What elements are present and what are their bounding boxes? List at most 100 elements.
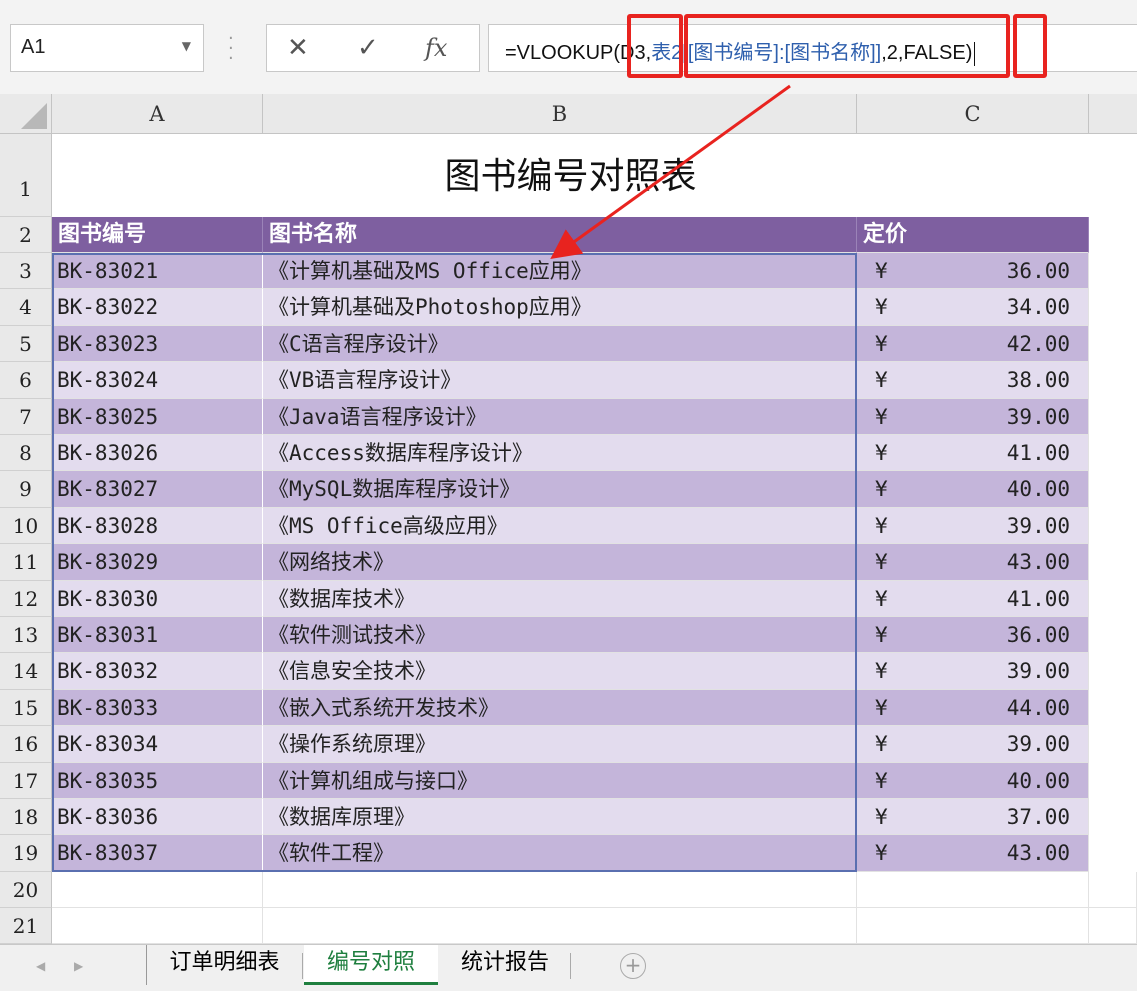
price-value: 40.00	[1006, 477, 1070, 502]
formula-prefix: =VLOOKUP(	[505, 42, 621, 64]
column-header-c[interactable]: C	[857, 94, 1089, 134]
formula-buttons: ✕ ✓ fx	[266, 24, 480, 72]
sheet-tab-report[interactable]: 统计报告	[440, 945, 570, 985]
price-cell[interactable]: ¥39.00	[857, 653, 1089, 690]
empty-cell[interactable]	[263, 871, 857, 908]
row-header[interactable]: 5	[0, 325, 52, 363]
price-cell[interactable]: ¥44.00	[857, 689, 1089, 727]
chevron-down-icon[interactable]: ▼	[182, 39, 191, 53]
price-cell[interactable]: ¥42.00	[857, 325, 1089, 363]
add-sheet-icon[interactable]: +	[620, 953, 646, 979]
insert-function-icon[interactable]: fx	[425, 34, 447, 62]
annotation-box-table	[684, 14, 1010, 78]
price-cell[interactable]: ¥41.00	[857, 435, 1089, 472]
empty-cell[interactable]	[52, 907, 263, 944]
currency-symbol: ¥	[875, 695, 888, 720]
price-value: 39.00	[1006, 513, 1070, 538]
price-cell[interactable]: ¥39.00	[857, 726, 1089, 763]
price-cell[interactable]: ¥39.00	[857, 507, 1089, 545]
row-header[interactable]: 2	[0, 217, 52, 253]
price-cell[interactable]: ¥38.00	[857, 362, 1089, 399]
price-cell[interactable]: ¥43.00	[857, 544, 1089, 581]
formula-bar-area: A1 ▼ · · · ✕ ✓ fx =VLOOKUP(D3,表2[[图书编号]:[图…	[0, 0, 1137, 95]
price-cell[interactable]: ¥36.00	[857, 253, 1089, 290]
sheet-tab-bar: ◀ ▶ 订单明细表 编号对照 统计报告 +	[0, 944, 1137, 991]
row-header[interactable]: 4	[0, 289, 52, 326]
sheet-tab-lookup[interactable]: 编号对照	[304, 945, 438, 985]
column-header-d[interactable]	[1089, 94, 1137, 134]
row-header[interactable]: 20	[0, 871, 52, 908]
currency-symbol: ¥	[875, 513, 888, 538]
price-cell[interactable]: ¥37.00	[857, 799, 1089, 836]
currency-symbol: ¥	[875, 550, 888, 575]
row-header[interactable]: 18	[0, 799, 52, 836]
name-box[interactable]: A1 ▼	[10, 24, 204, 72]
currency-symbol: ¥	[875, 259, 888, 283]
empty-cell[interactable]	[52, 871, 263, 908]
row-header[interactable]: 16	[0, 726, 52, 763]
drag-handle-icon[interactable]: · · ·	[228, 30, 234, 68]
cancel-icon[interactable]: ✕	[287, 33, 309, 63]
chevron-left-icon[interactable]: ◀	[36, 959, 45, 973]
price-value: 38.00	[1006, 368, 1070, 393]
table-header-cell[interactable]: 定价	[857, 217, 1089, 253]
price-cell[interactable]: ¥41.00	[857, 580, 1089, 617]
empty-cell[interactable]	[857, 871, 1089, 908]
price-value: 44.00	[1006, 695, 1070, 720]
currency-symbol: ¥	[875, 295, 888, 320]
price-value: 34.00	[1006, 295, 1070, 320]
currency-symbol: ¥	[875, 404, 888, 429]
empty-cell[interactable]	[263, 907, 857, 944]
row-header[interactable]: 13	[0, 617, 52, 654]
currency-symbol: ¥	[875, 659, 888, 684]
row-header[interactable]: 9	[0, 471, 52, 508]
price-value: 36.00	[1006, 623, 1070, 647]
price-value: 40.00	[1006, 768, 1070, 793]
row-header[interactable]: 12	[0, 580, 52, 617]
enter-icon[interactable]: ✓	[357, 33, 379, 63]
sheet-tab-orders[interactable]: 订单明细表	[146, 945, 302, 985]
currency-symbol: ¥	[875, 805, 888, 829]
row-header[interactable]: 10	[0, 507, 52, 545]
row-header[interactable]: 6	[0, 362, 52, 399]
currency-symbol: ¥	[875, 368, 888, 393]
currency-symbol: ¥	[875, 732, 888, 757]
row-header[interactable]: 14	[0, 653, 52, 690]
row-header[interactable]: 3	[0, 253, 52, 290]
sheet-title[interactable]: 图书编号对照表	[52, 134, 1089, 217]
selection-border	[52, 253, 857, 872]
currency-symbol: ¥	[875, 586, 888, 611]
price-value: 36.00	[1006, 259, 1070, 283]
price-cell[interactable]: ¥34.00	[857, 289, 1089, 326]
row-header[interactable]: 21	[0, 907, 52, 944]
price-value: 39.00	[1006, 404, 1070, 429]
currency-symbol: ¥	[875, 477, 888, 502]
annotation-box-col-index	[1013, 14, 1047, 78]
row-header[interactable]: 7	[0, 398, 52, 435]
price-value: 42.00	[1006, 331, 1070, 356]
price-cell[interactable]: ¥40.00	[857, 762, 1089, 799]
empty-cell[interactable]	[857, 907, 1089, 944]
price-cell[interactable]: ¥40.00	[857, 471, 1089, 508]
price-value: 43.00	[1006, 550, 1070, 575]
name-box-value: A1	[21, 36, 46, 58]
price-cell[interactable]: ¥43.00	[857, 835, 1089, 872]
row-header[interactable]: 19	[0, 835, 52, 872]
row-header[interactable]: 15	[0, 689, 52, 727]
select-all-button[interactable]	[0, 94, 52, 134]
price-cell[interactable]: ¥39.00	[857, 398, 1089, 435]
row-header[interactable]: 11	[0, 544, 52, 581]
table-header-cell[interactable]: 图书编号	[52, 217, 263, 253]
column-header-b[interactable]: B	[263, 94, 857, 134]
row-header[interactable]: 1	[0, 134, 52, 217]
price-value: 43.00	[1006, 841, 1070, 866]
column-header-a[interactable]: A	[52, 94, 263, 134]
empty-cell[interactable]	[1089, 871, 1137, 908]
row-header[interactable]: 17	[0, 762, 52, 799]
table-header-cell[interactable]: 图书名称	[263, 217, 857, 253]
price-cell[interactable]: ¥36.00	[857, 617, 1089, 654]
annotation-box-lookup	[627, 14, 683, 78]
chevron-right-icon[interactable]: ▶	[74, 959, 83, 973]
row-header[interactable]: 8	[0, 435, 52, 472]
empty-cell[interactable]	[1089, 907, 1137, 944]
